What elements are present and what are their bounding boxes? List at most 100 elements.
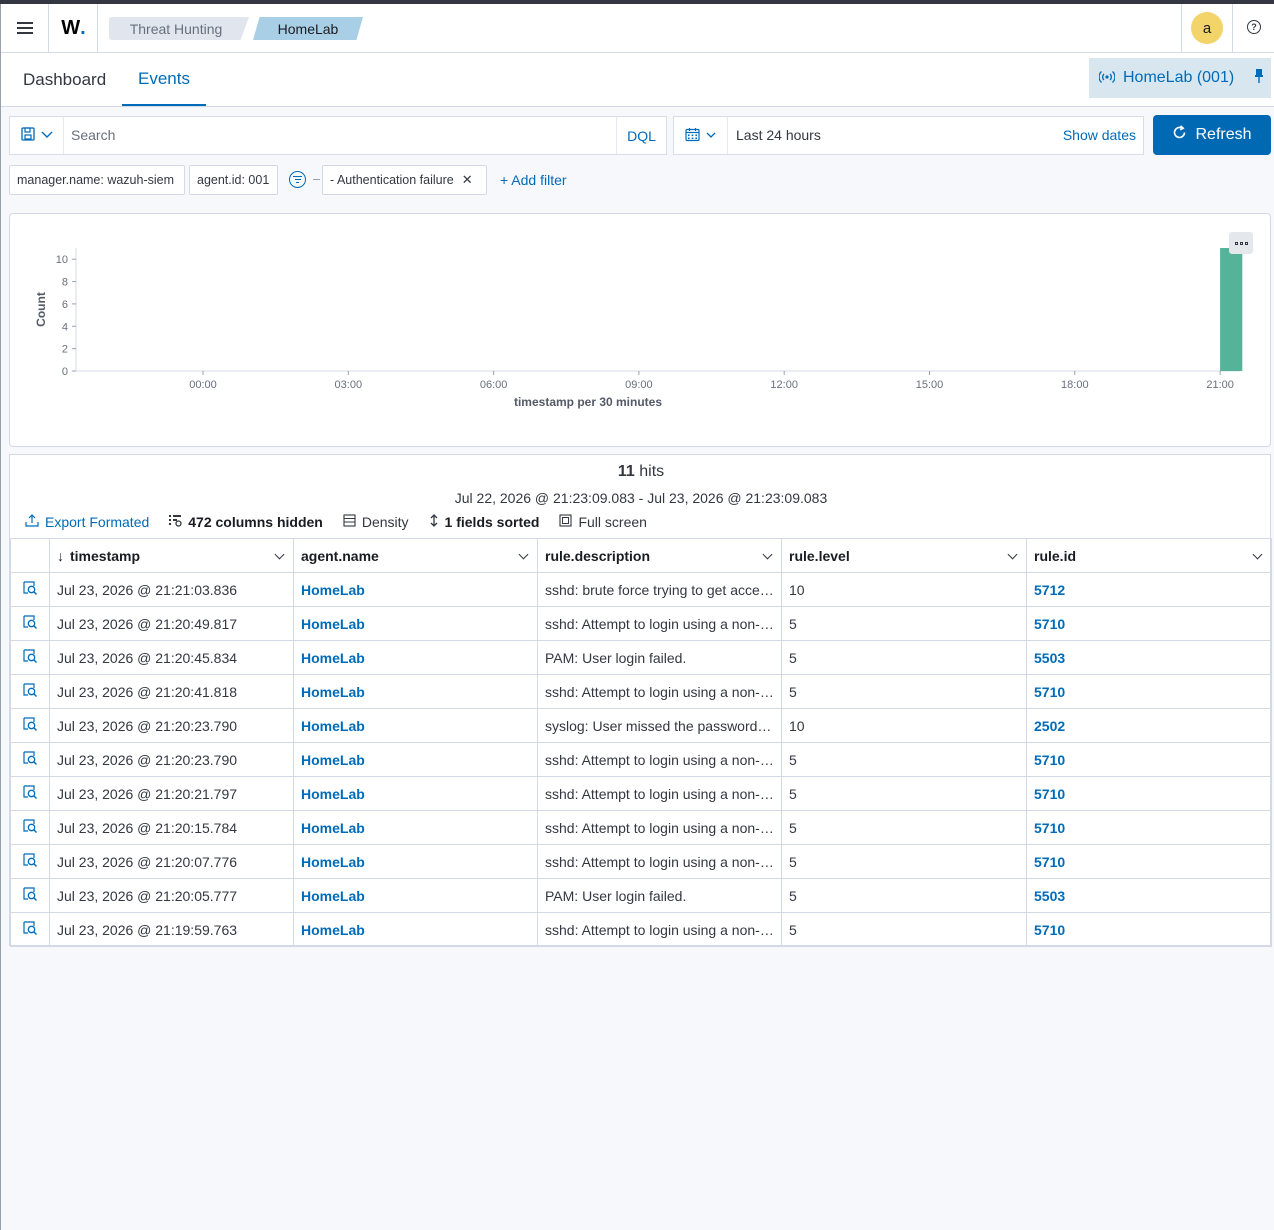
inspect-button[interactable] [10, 606, 50, 641]
y-tick-label: 0 [62, 366, 68, 378]
inspect-button[interactable] [10, 742, 50, 777]
chevron-down-icon[interactable] [1252, 549, 1263, 560]
close-icon[interactable]: ✕ [462, 172, 473, 188]
inspect-button[interactable] [10, 572, 50, 607]
agent-selector[interactable]: HomeLab (001) [1089, 58, 1271, 98]
cell-rule-id[interactable]: 5710 [1026, 844, 1272, 879]
column-header-rule-level[interactable]: rule.level [781, 538, 1027, 573]
show-dates-link[interactable]: Show dates [1063, 127, 1136, 143]
cell-agent-name[interactable]: HomeLab [293, 572, 538, 607]
filter-pill-authentication[interactable]: - Authentication failure ✕ [322, 165, 487, 195]
table-row: Jul 23, 2026 @ 21:20:23.790 HomeLab sshd: … [10, 742, 1272, 777]
inspect-icon [22, 921, 38, 939]
chevron-down-icon[interactable] [274, 549, 285, 560]
export-icon [25, 514, 39, 530]
chevron-down-icon[interactable] [762, 549, 773, 560]
saved-query-button[interactable] [10, 117, 64, 154]
cell-rule-id[interactable]: 5710 [1026, 776, 1272, 811]
cell-rule-id[interactable]: 5710 [1026, 810, 1272, 845]
histogram-chart: 0 2 4 6 8 10 00:00 03:00 06:00 09:00 12:00 15:00 18:… [34, 248, 1243, 409]
cell-rule-level: 5 [781, 776, 1027, 811]
tab-dashboard[interactable]: Dashboard [23, 53, 106, 106]
column-header-rule-description[interactable]: rule.description [537, 538, 782, 573]
cell-rule-id[interactable]: 5712 [1026, 572, 1272, 607]
date-range-text[interactable]: Last 24 hours [736, 127, 821, 143]
export-label: Export Formated [45, 514, 150, 530]
tab-events[interactable]: Events [122, 53, 206, 106]
chevron-down-icon[interactable] [1007, 549, 1018, 560]
cell-rule-id[interactable]: 5710 [1026, 742, 1272, 777]
cell-rule-id[interactable]: 5710 [1026, 674, 1272, 709]
inspect-button[interactable] [10, 708, 50, 743]
filter-pill-manager[interactable]: manager.name: wazuh-siem [9, 165, 185, 195]
inspect-button[interactable] [10, 776, 50, 811]
fullscreen-button[interactable]: Full screen [559, 514, 647, 530]
table-row: Jul 23, 2026 @ 21:20:23.790 HomeLab syslog… [10, 708, 1272, 743]
signal-icon [1098, 70, 1116, 87]
cell-agent-name[interactable]: HomeLab [293, 844, 538, 879]
more-options-button[interactable] [1229, 232, 1253, 254]
search-input[interactable]: Search [71, 127, 115, 143]
inspect-button[interactable] [10, 912, 50, 947]
y-tick-label: 2 [62, 344, 68, 356]
cell-rule-id[interactable]: 5503 [1026, 640, 1272, 675]
cell-agent-name[interactable]: HomeLab [293, 640, 538, 675]
cell-agent-name[interactable]: HomeLab [293, 912, 538, 947]
cell-rule-id[interactable]: 2502 [1026, 708, 1272, 743]
sort-label: 1 fields sorted [444, 514, 540, 530]
help-icon[interactable]: ? [1247, 20, 1261, 34]
inspect-button[interactable] [10, 810, 50, 845]
cell-agent-name[interactable]: HomeLab [293, 708, 538, 743]
cell-agent-name[interactable]: HomeLab [293, 674, 538, 709]
chevron-down-icon[interactable] [518, 549, 529, 560]
chevron-down-icon [706, 130, 716, 142]
add-filter-button[interactable]: + Add filter [500, 172, 567, 188]
inspect-button[interactable] [10, 844, 50, 879]
cell-rule-description: sshd: Attempt to login using a non-exist… [537, 776, 782, 811]
cell-rule-description: sshd: Attempt to login using a non-exist… [537, 844, 782, 879]
export-button[interactable]: Export Formated [25, 514, 149, 530]
density-button[interactable]: Density [343, 514, 409, 530]
breadcrumb-threat-hunting[interactable]: Threat Hunting [109, 17, 249, 40]
menu-button[interactable] [1, 4, 49, 52]
filter-pill-label: manager.name: wazuh-siem [17, 173, 175, 187]
save-icon [20, 127, 35, 144]
filter-options-icon[interactable] [289, 171, 306, 188]
quick-date-menu-button[interactable] [674, 117, 728, 154]
inspect-button[interactable] [10, 878, 50, 913]
y-tick-label: 4 [62, 321, 68, 333]
refresh-button[interactable]: Refresh [1153, 115, 1271, 155]
column-header-timestamp[interactable]: ↓ timestamp [49, 538, 294, 573]
inspect-button[interactable] [10, 640, 50, 675]
cell-rule-id[interactable]: 5710 [1026, 606, 1272, 641]
cell-agent-name[interactable]: HomeLab [293, 606, 538, 641]
pin-icon[interactable] [1255, 69, 1263, 83]
cell-timestamp: Jul 23, 2026 @ 21:20:15.784 [49, 810, 294, 845]
cell-rule-level: 5 [781, 640, 1027, 675]
x-tick-label: 09:00 [625, 379, 653, 391]
cell-rule-id[interactable]: 5710 [1026, 912, 1272, 947]
avatar[interactable]: a [1191, 12, 1223, 44]
user-menu[interactable]: a [1181, 4, 1233, 52]
agent-selector-label: HomeLab (001) [1123, 69, 1235, 86]
inspect-icon [22, 581, 38, 599]
cell-rule-id[interactable]: 5503 [1026, 878, 1272, 913]
column-header-rule-id[interactable]: rule.id [1026, 538, 1272, 573]
cell-agent-name[interactable]: HomeLab [293, 878, 538, 913]
column-header-agent-name[interactable]: agent.name [293, 538, 538, 573]
cell-agent-name[interactable]: HomeLab [293, 742, 538, 777]
columns-icon [169, 514, 182, 530]
inspect-button[interactable] [10, 674, 50, 709]
sort-down-icon: ↓ [57, 547, 64, 564]
dql-toggle[interactable]: DQL [616, 117, 666, 154]
breadcrumb-homelab[interactable]: HomeLab [253, 17, 363, 40]
cell-agent-name[interactable]: HomeLab [293, 776, 538, 811]
columns-hidden-button[interactable]: 472 columns hidden [169, 514, 323, 530]
cell-rule-description: sshd: Attempt to login using a non-exist… [537, 912, 782, 947]
hamburger-icon [16, 22, 33, 34]
inspect-icon [22, 615, 38, 633]
sort-fields-button[interactable]: 1 fields sorted [429, 514, 540, 530]
cell-agent-name[interactable]: HomeLab [293, 810, 538, 845]
filter-pill-agent-id[interactable]: agent.id: 001 [189, 165, 278, 195]
app-logo[interactable]: W. [50, 4, 98, 52]
